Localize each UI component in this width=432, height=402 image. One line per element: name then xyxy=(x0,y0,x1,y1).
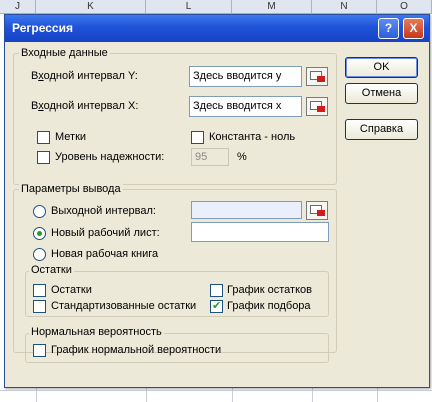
output-range-label: Выходной интервал: xyxy=(51,205,156,217)
input-x-collapse-icon[interactable] xyxy=(306,97,328,116)
input-group-legend: Входные данные xyxy=(19,47,110,59)
input-y-collapse-icon[interactable] xyxy=(306,67,328,86)
column-header-k[interactable]: K xyxy=(36,0,146,14)
ok-button[interactable]: OK xyxy=(345,57,418,78)
input-x-range-field[interactable]: Здесь вводится х xyxy=(189,96,302,117)
output-group-legend: Параметры вывода xyxy=(19,183,123,195)
residual-plots-label: График остатков xyxy=(227,284,312,296)
close-button[interactable]: X xyxy=(403,18,424,39)
column-header-n[interactable]: N xyxy=(312,0,377,14)
line-fit-plots-label: График подбора xyxy=(227,300,311,312)
residuals-checkbox[interactable] xyxy=(33,284,46,297)
output-range-field[interactable] xyxy=(191,201,302,219)
new-workbook-label: Новая рабочая книга xyxy=(51,248,159,260)
confidence-unit: % xyxy=(237,151,247,163)
column-header-j[interactable]: J xyxy=(0,0,36,14)
normal-probability-legend: Нормальная вероятность xyxy=(29,326,164,338)
column-header-l[interactable]: L xyxy=(146,0,232,14)
help-button[interactable]: Справка xyxy=(345,119,418,140)
standardized-residuals-checkbox[interactable] xyxy=(33,300,46,313)
confidence-level-label: Уровень надежности: xyxy=(55,151,165,163)
cancel-button[interactable]: Отмена xyxy=(345,83,418,104)
dialog-titlebar[interactable]: Регрессия ? X xyxy=(5,15,429,42)
output-range-radio[interactable] xyxy=(33,205,46,218)
new-sheet-radio[interactable] xyxy=(33,227,46,240)
normal-probability-plot-label: График нормальной вероятности xyxy=(51,344,222,356)
residuals-label: Остатки xyxy=(51,284,92,296)
labels-checkbox[interactable] xyxy=(37,131,50,144)
standardized-residuals-label: Стандартизованные остатки xyxy=(51,300,197,312)
new-sheet-label: Новый рабочий лист: xyxy=(51,227,160,239)
normal-probability-plot-checkbox[interactable] xyxy=(33,344,46,357)
input-y-range-field[interactable]: Здесь вводится у xyxy=(189,66,302,87)
regression-dialog: Регрессия ? X Входные данные Входной инт… xyxy=(4,14,430,388)
output-range-collapse-icon[interactable] xyxy=(306,201,328,220)
confidence-level-field[interactable]: 95 xyxy=(191,148,229,166)
new-sheet-name-field[interactable] xyxy=(191,222,329,242)
grid-line xyxy=(0,390,432,391)
dialog-title: Регрессия xyxy=(12,21,73,35)
input-y-label: Входной интервал Y: xyxy=(31,70,138,82)
labels-label: Метки xyxy=(55,131,87,143)
column-header-o[interactable]: O xyxy=(377,0,432,14)
column-header-m[interactable]: M xyxy=(232,0,312,14)
confidence-level-checkbox[interactable] xyxy=(37,151,50,164)
residuals-group-legend: Остатки xyxy=(29,264,74,276)
titlebar-help-button[interactable]: ? xyxy=(378,18,399,39)
constant-zero-label: Константа - ноль xyxy=(209,131,296,143)
residual-plots-checkbox[interactable] xyxy=(210,284,223,297)
input-x-label: Входной интервал X: xyxy=(31,100,139,112)
new-workbook-radio[interactable] xyxy=(33,248,46,261)
line-fit-plots-checkbox[interactable] xyxy=(210,299,223,313)
constant-zero-checkbox[interactable] xyxy=(191,131,204,144)
